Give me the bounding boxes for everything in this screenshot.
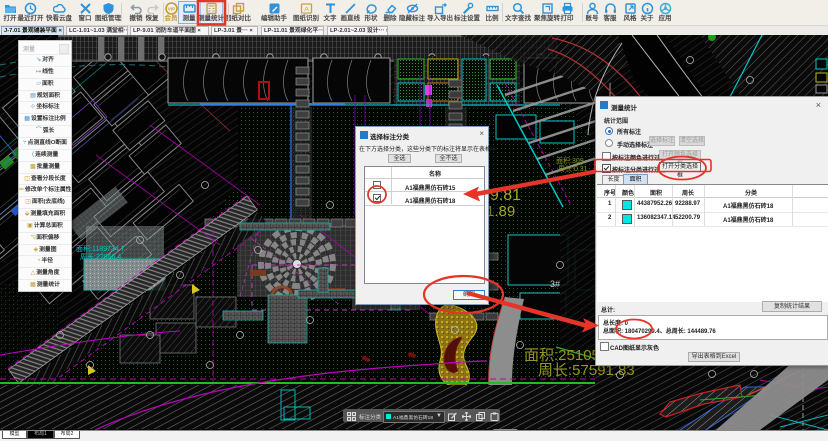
- svg-text:周长:0.31: 周长:0.31: [558, 164, 588, 173]
- svg-text:面积:1189734.7: 面积:1189734.7: [76, 244, 125, 253]
- svg-text:3#: 3#: [550, 279, 560, 289]
- svg-text:A: A: [304, 6, 309, 13]
- svg-text:VIP: VIP: [167, 7, 174, 12]
- svg-text:面积:309: 面积:309: [556, 156, 584, 165]
- svg-text:1.89: 1.89: [486, 203, 515, 220]
- svg-text:周长:22866.4: 周长:22866.4: [80, 252, 121, 261]
